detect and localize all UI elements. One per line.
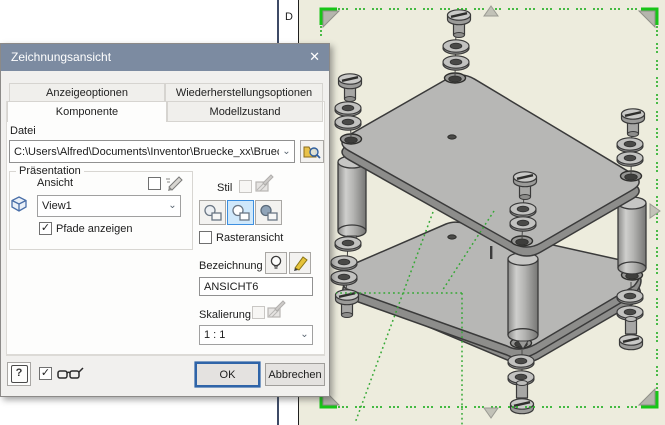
skalierung-override-checkbox <box>252 306 265 319</box>
fastener-stack-bottom-right <box>617 282 643 350</box>
ok-label: OK <box>220 369 236 381</box>
dialog-title: Zeichnungsansicht <box>11 50 111 64</box>
fastener-stack-bottom-front <box>508 350 534 414</box>
edit-view-label-button[interactable] <box>289 252 311 274</box>
hidden-edges-removed-icon <box>231 204 251 222</box>
folder-search-icon <box>303 144 321 160</box>
tab-label: Wiederherstellungsoptionen <box>176 87 312 99</box>
preview-glasses-icon <box>56 365 84 383</box>
view-select-value: View1 <box>38 200 165 212</box>
style-shaded-button[interactable] <box>255 200 282 225</box>
skalierung-select[interactable]: 1 : 1 ⌄ <box>199 325 313 345</box>
rasteransicht-checkbox[interactable] <box>199 231 212 244</box>
chevron-down-icon: ⌄ <box>297 330 312 340</box>
pfade-anzeigen-checkbox[interactable]: ✓ <box>39 222 52 235</box>
chevron-down-icon: ⌄ <box>165 201 180 211</box>
style-hidden-edges-button[interactable] <box>199 200 226 225</box>
close-icon[interactable]: ✕ <box>309 44 320 71</box>
ok-button[interactable]: OK <box>196 363 259 386</box>
cancel-button[interactable]: Abbrechen <box>265 363 325 386</box>
plate-center-hole <box>448 135 456 139</box>
plate-center-hole <box>448 235 456 239</box>
tab-komponente[interactable]: Komponente <box>7 101 167 122</box>
zeichnungsansicht-dialog: Zeichnungsansicht ✕ Anzeigeoptionen Wied… <box>0 43 330 397</box>
scale-style-icon-disabled <box>266 299 286 320</box>
stil-override-checkbox <box>239 180 252 193</box>
fastener-stack-top-right <box>617 109 645 174</box>
footer-separator <box>6 355 325 356</box>
file-path-combobox[interactable]: C:\Users\Alfred\Documents\Inventor\Bruec… <box>9 140 295 163</box>
praesentation-group-label: Präsentation <box>16 165 84 177</box>
insertion-cursor <box>490 246 492 259</box>
browse-file-button[interactable] <box>300 140 324 163</box>
tab-modellzustand[interactable]: Modellzustand <box>167 101 323 122</box>
tab-label: Komponente <box>56 106 118 118</box>
preview-checkbox[interactable]: ✓ <box>39 367 52 380</box>
view-label-visibility-button[interactable] <box>265 252 287 274</box>
lightbulb-icon <box>269 255 283 271</box>
fastener-stack-top-left <box>335 74 362 137</box>
cancel-label: Abbrechen <box>268 369 321 381</box>
file-path-value: C:\Users\Alfred\Documents\Inventor\Bruec… <box>10 146 279 158</box>
fastener-stack-top-front <box>510 172 537 239</box>
chevron-down-icon: ⌄ <box>279 147 294 157</box>
bezeichnung-input[interactable] <box>199 277 313 296</box>
stil-label: Stil <box>217 182 232 194</box>
skalierung-label: Skalierung <box>199 309 251 321</box>
associative-pencil-icon[interactable] <box>165 173 185 191</box>
help-button[interactable]: ? <box>7 362 31 386</box>
pencil-icon <box>292 255 308 271</box>
tab-label: Modellzustand <box>210 106 281 118</box>
style-hidden-edges-removed-button[interactable] <box>227 200 254 225</box>
presentation-cube-icon <box>11 196 28 213</box>
section-style-icon-disabled <box>254 173 274 194</box>
tab-anzeigeoptionen[interactable]: Anzeigeoptionen <box>9 83 165 102</box>
bezeichnung-label: Bezeichnung <box>199 260 263 272</box>
skalierung-value: 1 : 1 <box>200 329 297 341</box>
rasteransicht-label: Rasteransicht <box>216 232 283 244</box>
application-window: D <box>0 0 665 425</box>
tab-wiederherstellungsoptionen[interactable]: Wiederherstellungsoptionen <box>165 83 323 102</box>
help-icon: ? <box>11 365 28 383</box>
shaded-icon <box>259 204 279 222</box>
hidden-edges-icon <box>203 204 223 222</box>
support-column-front <box>508 248 538 349</box>
pfade-anzeigen-label: Pfade anzeigen <box>56 223 132 235</box>
ansicht-label: Ansicht <box>37 177 73 189</box>
check-icon: ✓ <box>41 222 50 234</box>
dialog-titlebar[interactable]: Zeichnungsansicht <box>1 44 329 71</box>
tab-label: Anzeigeoptionen <box>46 87 128 99</box>
fastener-stack-top-back <box>443 10 471 76</box>
view-select[interactable]: View1 ⌄ <box>37 195 181 217</box>
datei-label: Datei <box>10 125 36 137</box>
check-icon: ✓ <box>41 367 50 379</box>
ansicht-checkbox[interactable] <box>148 177 161 190</box>
